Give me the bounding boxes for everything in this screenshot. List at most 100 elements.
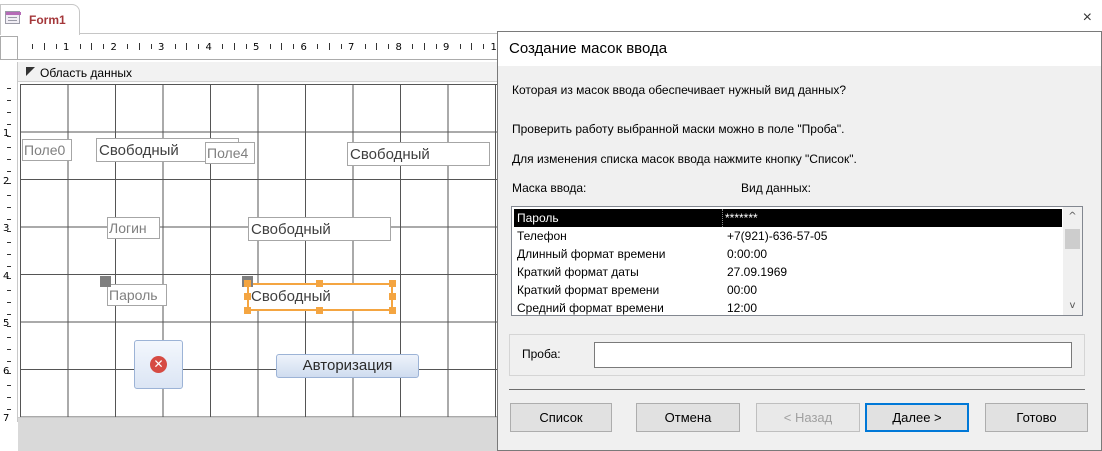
list-item[interactable]: Средний формат времени 12:00 — [514, 299, 1062, 315]
list-item-view: 27.09.1969 — [727, 265, 788, 279]
ruler-tick — [281, 43, 283, 50]
dialog-hint-probe: Проверить работу выбранной маски можно в… — [512, 122, 845, 136]
tab-form1[interactable]: Form1 — [0, 4, 80, 35]
ruler-tick — [340, 44, 342, 49]
resize-handle[interactable] — [316, 280, 323, 287]
resize-handle[interactable] — [389, 307, 396, 314]
scroll-thumb[interactable] — [1065, 229, 1080, 249]
cancel-button[interactable]: Отмена — [636, 403, 740, 432]
horizontal-ruler: 12345678910 — [18, 36, 503, 60]
ruler-tick — [7, 408, 11, 410]
ruler-tick — [43, 43, 45, 50]
ruler-number: 8 — [395, 42, 402, 53]
resize-handle[interactable] — [244, 307, 251, 314]
ruler-number: 2 — [3, 175, 10, 187]
ruler-tick — [233, 43, 235, 50]
label-pole0[interactable]: Поле0 — [22, 139, 72, 161]
form-cancel-button[interactable]: ✕ — [134, 340, 183, 389]
ruler-tick — [7, 242, 11, 244]
ruler-number: 7 — [3, 413, 10, 424]
ruler-tick — [7, 301, 11, 303]
ruler-number: 1 — [3, 128, 10, 139]
finish-button[interactable]: Готово — [985, 403, 1088, 432]
close-icon[interactable]: × — [1083, 10, 1092, 26]
dialog-title: Создание масок ввода — [498, 32, 1101, 66]
section-label: Область данных — [40, 66, 132, 80]
ruler-tick — [7, 384, 11, 386]
list-item-mask: Длинный формат времени — [517, 247, 666, 261]
textbox-2[interactable]: Свободный — [347, 142, 490, 166]
ruler-number: 5 — [253, 42, 260, 53]
ruler-tick — [388, 44, 390, 49]
ruler-tick — [150, 44, 152, 49]
list-item-mask: Краткий формат даты — [517, 265, 639, 279]
ruler-number: 4 — [205, 42, 212, 53]
list-item-view: 0:00:00 — [727, 247, 768, 261]
ruler-tick — [328, 43, 330, 50]
probe-input[interactable] — [594, 342, 1072, 368]
dialog-hint-list: Для изменения списка масок ввода нажмите… — [512, 152, 857, 166]
ruler-tick — [7, 111, 11, 113]
label-login[interactable]: Логин — [107, 217, 160, 239]
ruler-tick — [269, 44, 271, 49]
form-icon — [5, 11, 21, 24]
resize-handle[interactable] — [389, 280, 396, 287]
form-footer-area — [18, 417, 498, 451]
document-tabstrip — [0, 0, 1102, 34]
scroll-down-icon[interactable]: v — [1067, 300, 1078, 311]
list-item-mask: Телефон — [517, 229, 567, 243]
vertical-ruler: 1 2 3 4 5 6 7 — [0, 62, 18, 424]
list-item[interactable]: Краткий формат даты 27.09.1969 — [514, 263, 1062, 281]
back-button[interactable]: < Назад — [756, 403, 860, 432]
ruler-tick — [7, 88, 11, 89]
ruler-number: 4 — [3, 270, 10, 282]
resize-handle[interactable] — [244, 293, 251, 300]
list-item-view: +7(921)-636-57-05 — [727, 229, 828, 243]
list-item-view: ******* — [722, 209, 758, 227]
ruler-tick — [435, 44, 437, 49]
list-button[interactable]: Список — [510, 403, 612, 432]
list-item-mask: Пароль — [517, 211, 559, 225]
ruler-number: 9 — [443, 42, 450, 53]
ruler-tick — [91, 43, 93, 50]
label-pole4[interactable]: Поле4 — [205, 142, 255, 164]
list-item[interactable]: Пароль ******* — [514, 209, 1062, 227]
resize-handle[interactable] — [316, 307, 323, 314]
ruler-tick — [7, 266, 11, 268]
ruler-tick — [7, 171, 11, 173]
ruler-corner[interactable] — [0, 36, 18, 60]
list-item[interactable]: Длинный формат времени 0:00:00 — [514, 245, 1062, 263]
ruler-tick — [7, 123, 11, 125]
ruler-tick — [186, 43, 188, 50]
listbox-scrollbar[interactable]: ^ v — [1063, 207, 1082, 315]
ruler-tick — [471, 43, 473, 50]
ruler-tick — [7, 289, 11, 291]
ruler-tick — [7, 349, 11, 351]
list-item[interactable]: Краткий формат времени 00:00 — [514, 281, 1062, 299]
textbox-login[interactable]: Свободный — [248, 217, 391, 241]
resize-handle[interactable] — [389, 293, 396, 300]
ruler-tick — [7, 337, 11, 339]
move-handle[interactable] — [100, 276, 111, 287]
dialog-question: Которая из масок ввода обеспечивает нужн… — [512, 83, 847, 97]
ruler-tick — [245, 44, 247, 49]
list-item[interactable]: Телефон +7(921)-636-57-05 — [514, 227, 1062, 245]
design-grid[interactable] — [20, 84, 498, 417]
scroll-up-icon[interactable]: ^ — [1067, 211, 1078, 222]
list-item-view: 12:00 — [727, 301, 758, 315]
ruler-tick — [364, 44, 366, 49]
ruler-number: 1 — [63, 42, 70, 53]
next-button[interactable]: Далее > — [865, 403, 969, 432]
label-parol[interactable]: Пароль — [107, 284, 167, 306]
ruler-tick — [376, 43, 378, 50]
cancel-circle-icon: ✕ — [150, 356, 167, 373]
mask-listbox[interactable]: Пароль ******* Телефон +7(921)-636-57-05… — [511, 206, 1083, 316]
ruler-tick — [317, 44, 318, 49]
auth-button[interactable]: Авторизация — [276, 354, 419, 378]
ruler-tick — [7, 147, 11, 149]
ruler-tick — [7, 159, 11, 161]
ruler-tick — [7, 194, 11, 196]
ruler-tick — [32, 44, 33, 49]
resize-handle[interactable] — [244, 280, 251, 287]
ruler-number: 6 — [300, 42, 307, 53]
